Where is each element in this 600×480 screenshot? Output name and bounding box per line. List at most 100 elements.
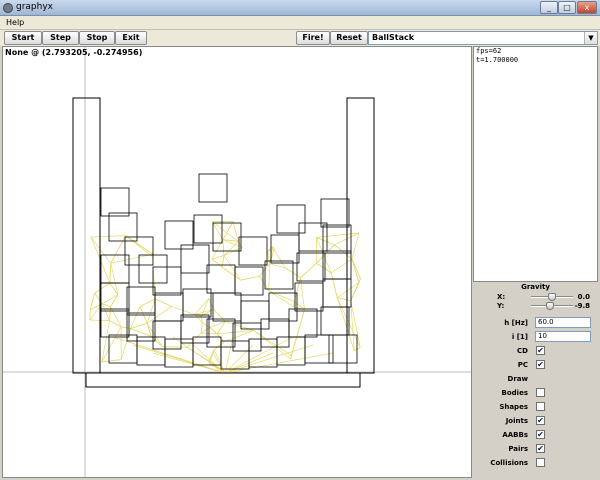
body-box bbox=[234, 266, 264, 296]
body-box bbox=[100, 187, 130, 217]
joint-line bbox=[290, 355, 292, 360]
gravity-y-thumb[interactable] bbox=[546, 302, 554, 310]
joint-line bbox=[300, 263, 317, 278]
joint-line bbox=[109, 263, 112, 284]
left-wall bbox=[72, 97, 101, 374]
bodies-label: Bodies bbox=[501, 389, 528, 397]
chevron-down-icon[interactable]: ▼ bbox=[584, 32, 597, 44]
body-box bbox=[260, 318, 290, 348]
pc-row: PC ✔ bbox=[473, 358, 598, 372]
body-box bbox=[193, 214, 223, 244]
joint-line bbox=[268, 290, 295, 302]
joints-checkbox[interactable]: ✔ bbox=[536, 416, 545, 425]
maximize-button[interactable]: □ bbox=[558, 1, 576, 14]
gravity-x-label: X: bbox=[497, 293, 506, 301]
body-box bbox=[276, 204, 306, 234]
title-bar: graphyx _ □ x bbox=[0, 0, 600, 16]
app-icon bbox=[3, 3, 13, 13]
gravity-x-thumb[interactable] bbox=[548, 293, 556, 301]
pairs-checkbox[interactable]: ✔ bbox=[536, 444, 545, 453]
joint-line bbox=[213, 308, 226, 322]
body-box bbox=[212, 292, 242, 322]
i-row: i [1] 10 bbox=[473, 330, 598, 344]
joint-line bbox=[101, 320, 110, 362]
cd-row: CD ✔ bbox=[473, 344, 598, 358]
cd-label: CD bbox=[517, 347, 528, 355]
joint-line bbox=[209, 327, 218, 335]
joint-line bbox=[222, 267, 241, 281]
joint-line bbox=[102, 294, 119, 305]
h-field[interactable]: 60.0 bbox=[535, 317, 591, 328]
pairs-label: Pairs bbox=[508, 445, 528, 453]
pairs-row: Pairs ✔ bbox=[473, 442, 598, 456]
fps-readout: fps=62 bbox=[476, 47, 502, 55]
joint-line bbox=[211, 221, 224, 240]
body-box bbox=[238, 236, 268, 266]
minimize-button[interactable]: _ bbox=[540, 1, 558, 14]
body-box bbox=[240, 300, 270, 330]
stop-button[interactable]: Stop bbox=[79, 31, 115, 45]
joints-row: Joints ✔ bbox=[473, 414, 598, 428]
h-label: h [Hz] bbox=[504, 319, 528, 327]
joint-line bbox=[94, 282, 111, 294]
joint-line bbox=[186, 332, 202, 348]
body-box bbox=[198, 173, 228, 203]
joint-line bbox=[154, 298, 172, 307]
body-box bbox=[270, 234, 300, 264]
menu-bar: Help bbox=[0, 16, 600, 30]
joint-line bbox=[221, 255, 225, 268]
bodies-checkbox[interactable] bbox=[536, 388, 545, 397]
body-box bbox=[212, 222, 242, 252]
joint-line bbox=[130, 306, 141, 329]
start-button[interactable]: Start bbox=[4, 31, 42, 45]
body-box bbox=[108, 334, 138, 364]
gravity-y-value: -9.8 bbox=[574, 302, 590, 310]
menu-help[interactable]: Help bbox=[6, 18, 24, 27]
simulation-drawing bbox=[3, 47, 471, 477]
simulation-canvas[interactable]: None @ (2.793205, -0.274956) bbox=[2, 46, 472, 478]
scene-select[interactable]: BallStack ▼ bbox=[368, 31, 598, 45]
body-box bbox=[152, 320, 182, 350]
step-button[interactable]: Step bbox=[42, 31, 79, 45]
joint-line bbox=[268, 263, 270, 292]
pc-label: PC bbox=[517, 361, 528, 369]
gravity-panel: Gravity X: 0.0 Y: -9.8 bbox=[473, 283, 598, 313]
shapes-checkbox[interactable] bbox=[536, 402, 545, 411]
fire-button[interactable]: Fire! bbox=[296, 31, 330, 45]
time-readout: t=1.700000 bbox=[476, 56, 519, 64]
joint-line bbox=[293, 301, 295, 307]
gravity-x-slider[interactable] bbox=[531, 293, 573, 301]
joint-line bbox=[201, 298, 210, 317]
cursor-status: None @ (2.793205, -0.274956) bbox=[5, 48, 143, 57]
scene-select-value: BallStack bbox=[372, 33, 415, 42]
joint-line bbox=[208, 349, 215, 362]
collisions-row: Collisions bbox=[473, 456, 598, 470]
joint-line bbox=[211, 258, 223, 268]
collisions-checkbox[interactable] bbox=[536, 458, 545, 467]
joint-line bbox=[101, 359, 122, 363]
bodies-row: Bodies bbox=[473, 386, 598, 400]
reset-button[interactable]: Reset bbox=[330, 31, 368, 45]
joint-line bbox=[267, 251, 270, 264]
joint-line bbox=[125, 235, 153, 257]
joint-line bbox=[337, 297, 351, 302]
joint-line bbox=[101, 326, 122, 363]
aabbs-checkbox[interactable]: ✔ bbox=[536, 430, 545, 439]
window-title: graphyx bbox=[16, 2, 53, 12]
close-button[interactable]: x bbox=[577, 1, 597, 14]
floor bbox=[85, 372, 361, 388]
i-field[interactable]: 10 bbox=[535, 331, 591, 342]
joint-line bbox=[162, 346, 187, 348]
cd-checkbox[interactable]: ✔ bbox=[536, 346, 545, 355]
joint-line bbox=[253, 330, 292, 356]
exit-button[interactable]: Exit bbox=[115, 31, 147, 45]
gravity-y-slider[interactable] bbox=[531, 302, 573, 310]
body-box bbox=[288, 308, 318, 338]
joint-line bbox=[146, 323, 152, 337]
joint-line bbox=[110, 235, 126, 264]
joint-line bbox=[130, 322, 148, 329]
pc-checkbox[interactable]: ✔ bbox=[536, 360, 545, 369]
joint-line bbox=[330, 258, 353, 274]
joint-line bbox=[351, 258, 361, 279]
joint-line bbox=[222, 239, 225, 256]
